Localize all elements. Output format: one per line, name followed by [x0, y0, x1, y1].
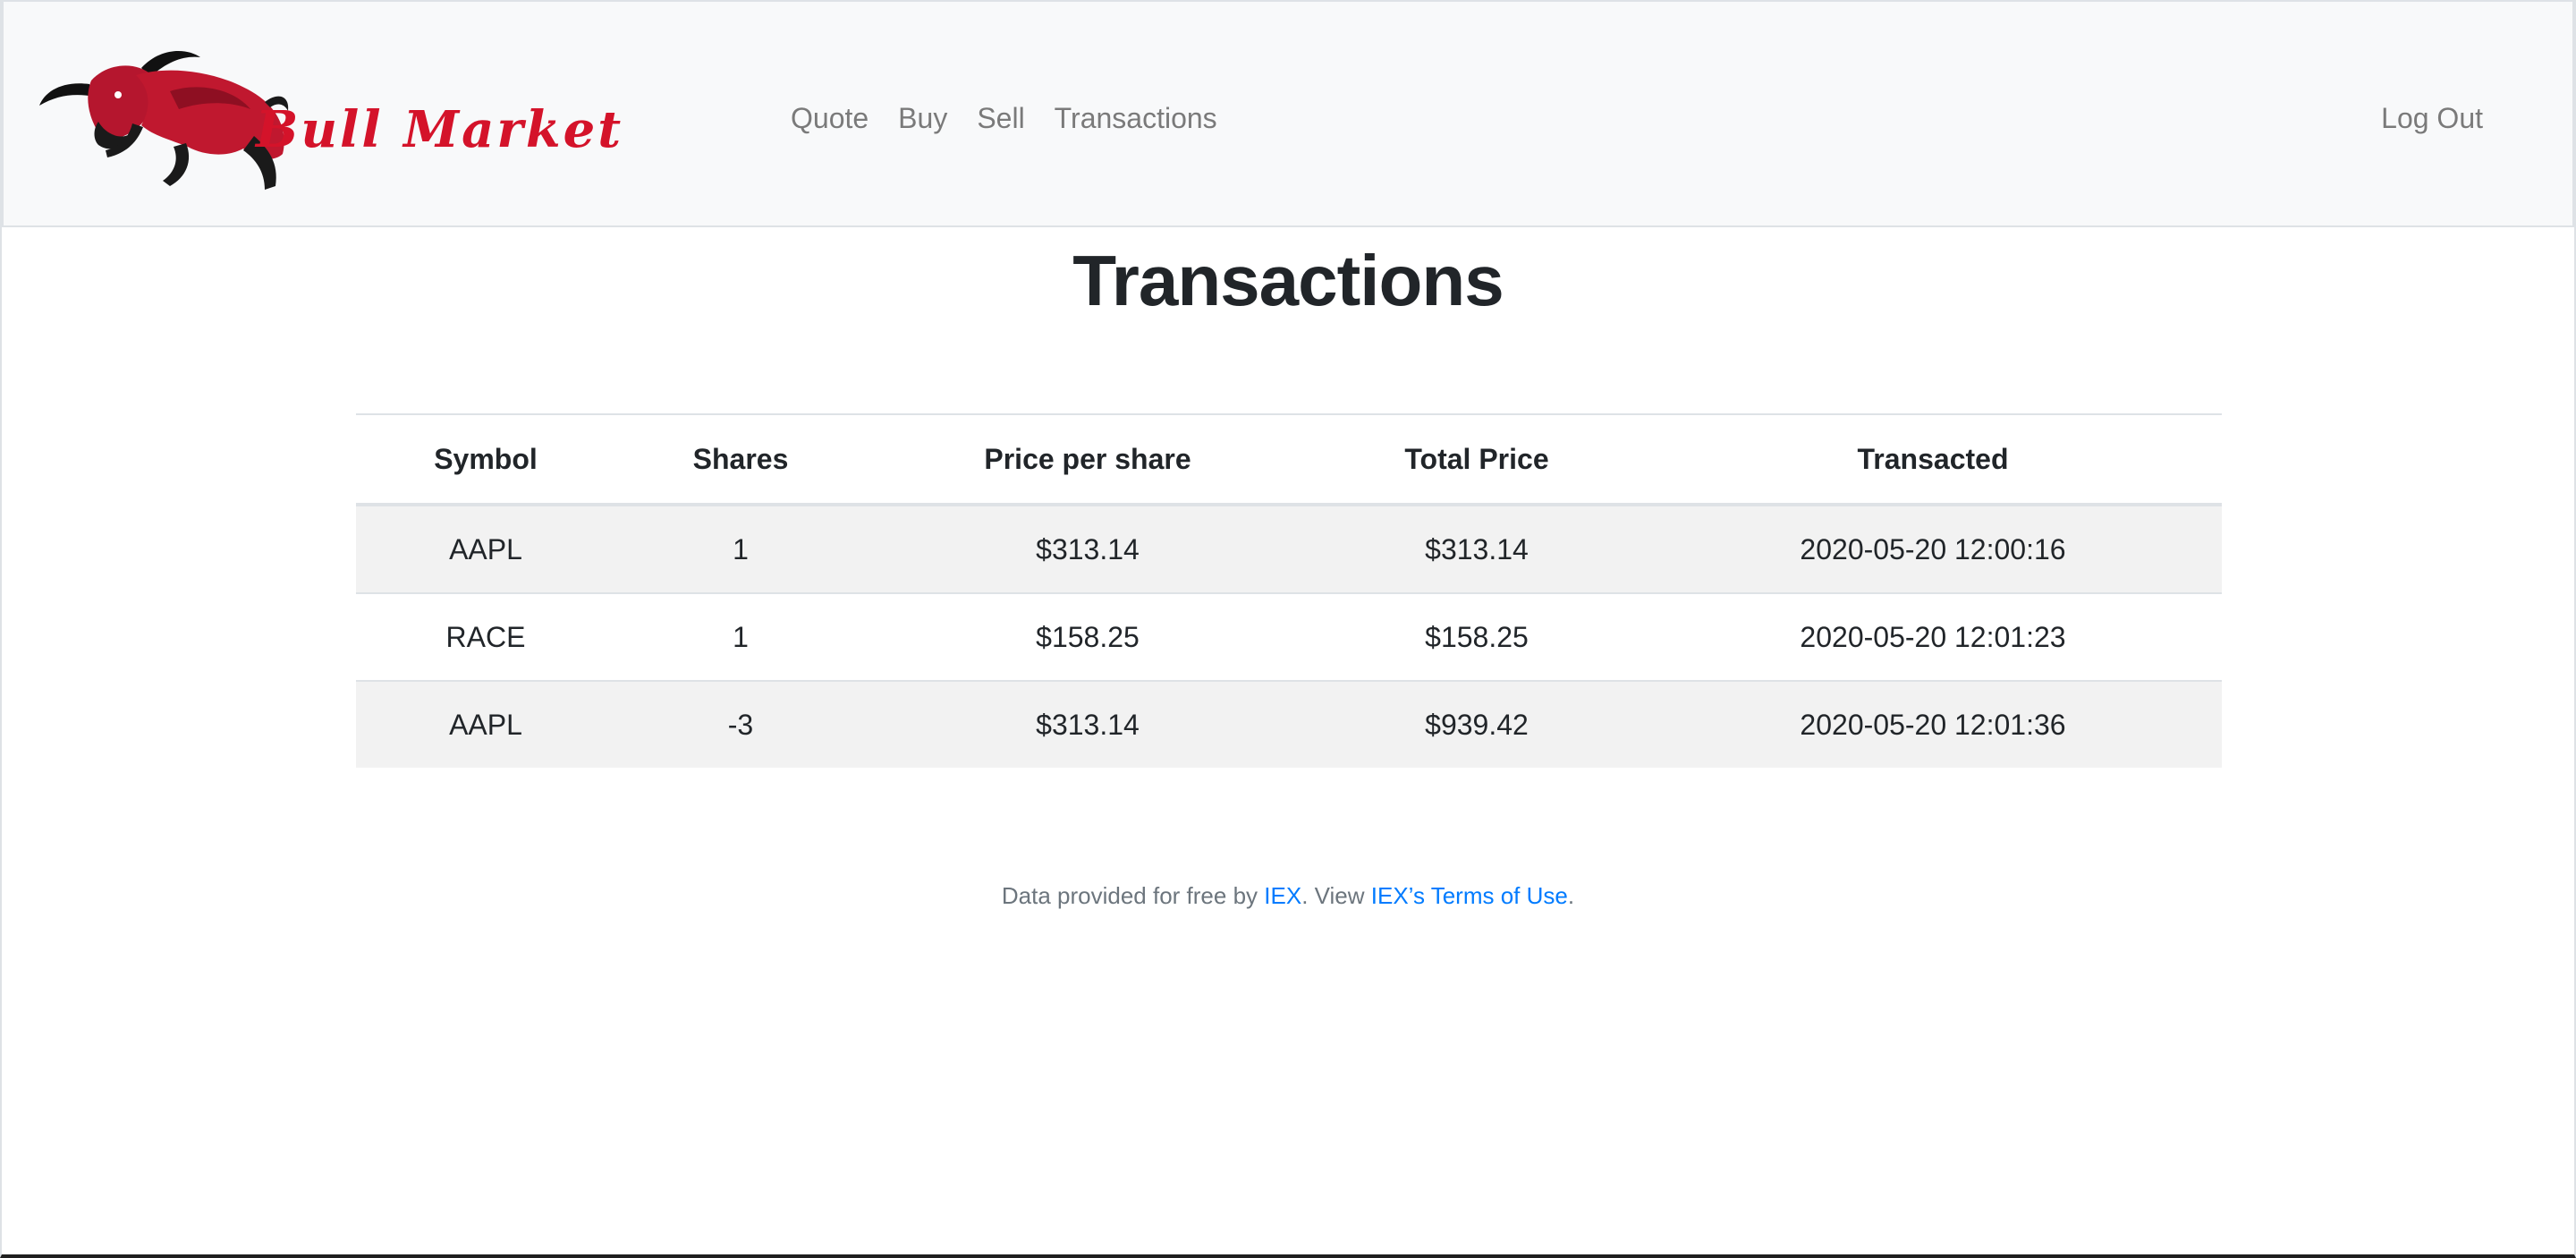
nav-link-transactions[interactable]: Transactions	[1055, 102, 1217, 135]
footer-suffix: .	[1567, 882, 1575, 909]
cell-symbol: RACE	[356, 592, 615, 681]
table-header: Symbol Shares Price per share Total Pric…	[356, 413, 2222, 506]
cell-shares: 1	[615, 504, 866, 593]
header-transacted: Transacted	[1644, 413, 2222, 506]
cell-transacted: 2020-05-20 12:00:16	[1644, 504, 2222, 593]
nav-links: Quote Buy Sell Transactions	[791, 102, 1247, 135]
iex-terms-link[interactable]: IEX’s Terms of Use	[1371, 882, 1568, 909]
table-body: AAPL 1 $313.14 $313.14 2020-05-20 12:00:…	[356, 504, 2222, 768]
navbar: Bull Market Quote Buy Sell Transactions …	[2, 0, 2574, 227]
table-row: AAPL -3 $313.14 $939.42 2020-05-20 12:01…	[356, 680, 2222, 768]
cell-transacted: 2020-05-20 12:01:36	[1644, 680, 2222, 768]
cell-total-price: $158.25	[1309, 592, 1644, 681]
cell-shares: 1	[615, 592, 866, 681]
page: Bull Market Quote Buy Sell Transactions …	[0, 0, 2576, 1258]
table-row: AAPL 1 $313.14 $313.14 2020-05-20 12:00:…	[356, 504, 2222, 593]
header-symbol: Symbol	[356, 413, 615, 506]
footer: Data provided for free by IEX. View IEX’…	[2, 882, 2574, 910]
cell-symbol: AAPL	[356, 680, 615, 768]
cell-transacted: 2020-05-20 12:01:23	[1644, 592, 2222, 681]
nav-link-buy[interactable]: Buy	[898, 102, 947, 135]
logout-link[interactable]: Log Out	[2381, 102, 2483, 135]
cell-total-price: $313.14	[1309, 504, 1644, 593]
cell-price-per-share: $313.14	[866, 680, 1309, 768]
table-header-row: Symbol Shares Price per share Total Pric…	[356, 413, 2222, 506]
cell-price-per-share: $158.25	[866, 592, 1309, 681]
header-price-per-share: Price per share	[866, 413, 1309, 506]
transactions-table: Symbol Shares Price per share Total Pric…	[356, 413, 2222, 768]
cell-price-per-share: $313.14	[866, 504, 1309, 593]
cell-total-price: $939.42	[1309, 680, 1644, 768]
cell-symbol: AAPL	[356, 504, 615, 593]
header-total-price: Total Price	[1309, 413, 1644, 506]
brand-name: Bull Market	[256, 100, 624, 159]
iex-link[interactable]: IEX	[1264, 882, 1301, 909]
footer-middle: . View	[1301, 882, 1371, 909]
nav-link-sell[interactable]: Sell	[977, 102, 1024, 135]
table-row: RACE 1 $158.25 $158.25 2020-05-20 12:01:…	[356, 592, 2222, 681]
cell-shares: -3	[615, 680, 866, 768]
footer-prefix: Data provided for free by	[1001, 882, 1265, 909]
header-shares: Shares	[615, 413, 866, 506]
nav-link-quote[interactable]: Quote	[791, 102, 869, 135]
transactions-table-wrapper: Symbol Shares Price per share Total Pric…	[356, 413, 2222, 768]
page-title: Transactions	[1072, 241, 1504, 320]
